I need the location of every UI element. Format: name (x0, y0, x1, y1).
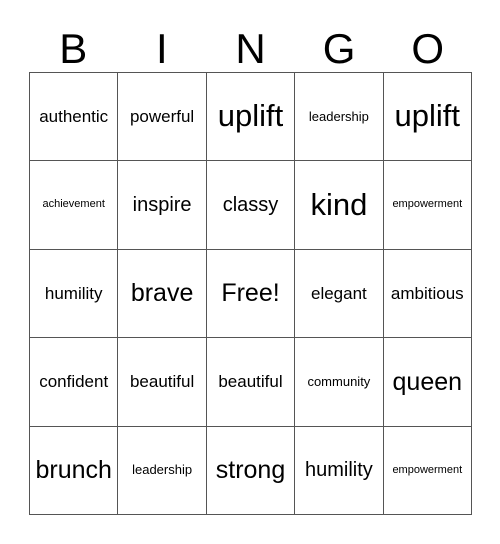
bingo-cell-label: beautiful (218, 371, 283, 391)
bingo-cell[interactable]: inspire (118, 161, 207, 250)
bingo-cell[interactable]: Free! (206, 249, 296, 339)
bingo-cell[interactable]: uplift (206, 73, 296, 162)
bingo-header: B I N G O (29, 16, 472, 72)
header-letter-g: G (322, 25, 356, 72)
bingo-cell-label: inspire (132, 193, 192, 216)
bingo-cell[interactable]: confident (30, 338, 119, 427)
bingo-cell[interactable]: uplift (383, 73, 472, 162)
bingo-cell-label: beautiful (129, 371, 195, 391)
bingo-cell-label: ambitious (390, 283, 464, 303)
bingo-cell[interactable]: leadership (295, 73, 384, 162)
bingo-cell[interactable]: leadership (118, 426, 207, 515)
bingo-cell-label: queen (392, 367, 463, 396)
bingo-cell[interactable]: brave (118, 249, 207, 339)
bingo-cell-label: leadership (308, 108, 369, 124)
bingo-cell-label: classy (222, 193, 279, 216)
bingo-cell-label: confident (39, 371, 109, 391)
bingo-cell[interactable]: beautiful (206, 338, 296, 427)
bingo-cell-label: brave (130, 279, 194, 308)
bingo-cell-label: leadership (132, 462, 193, 478)
header-letter-i: I (156, 25, 168, 72)
bingo-cell-label: Free! (221, 279, 280, 308)
bingo-cell-label: kind (310, 186, 368, 222)
bingo-cell[interactable]: empowerment (383, 161, 472, 250)
bingo-cell[interactable]: strong (206, 426, 296, 515)
header-letter-b: B (59, 25, 88, 72)
header-letter-n: N (235, 25, 266, 72)
bingo-cell[interactable]: authentic (30, 73, 119, 162)
bingo-cell[interactable]: kind (295, 161, 384, 250)
bingo-cell-label: achievement (42, 198, 105, 211)
bingo-cell[interactable]: humility (30, 249, 119, 339)
bingo-cell-label: powerful (129, 106, 195, 126)
bingo-cell-label: community (307, 374, 371, 390)
bingo-cell-label: empowerment (392, 463, 463, 476)
bingo-cell-label: brunch (35, 456, 112, 485)
bingo-card: B I N G O authentic powerful uplift leaders… (0, 0, 500, 544)
bingo-cell-label: strong (215, 456, 286, 485)
bingo-cell[interactable]: elegant (295, 249, 384, 339)
bingo-cell[interactable]: ambitious (383, 249, 472, 339)
bingo-cell-label: uplift (217, 98, 284, 134)
bingo-cell-label: elegant (311, 283, 367, 303)
bingo-cell[interactable]: beautiful (118, 338, 207, 427)
bingo-cell[interactable]: humility (295, 426, 384, 515)
bingo-cell-label: authentic (39, 106, 109, 126)
bingo-cell-label: humility (44, 283, 103, 303)
bingo-cell[interactable]: powerful (118, 73, 207, 162)
bingo-cell[interactable]: achievement (30, 161, 119, 250)
bingo-cell[interactable]: empowerment (383, 426, 472, 515)
bingo-cell[interactable]: classy (206, 161, 296, 250)
bingo-cell[interactable]: community (295, 338, 384, 427)
bingo-grid: authentic powerful uplift leadership uplift a… (29, 72, 472, 515)
bingo-cell-label: uplift (394, 98, 461, 134)
header-letter-o: O (411, 25, 444, 72)
bingo-cell[interactable]: brunch (30, 426, 119, 515)
bingo-cell-label: humility (304, 458, 373, 481)
bingo-cell-label: empowerment (392, 198, 463, 211)
bingo-cell[interactable]: queen (383, 338, 472, 427)
